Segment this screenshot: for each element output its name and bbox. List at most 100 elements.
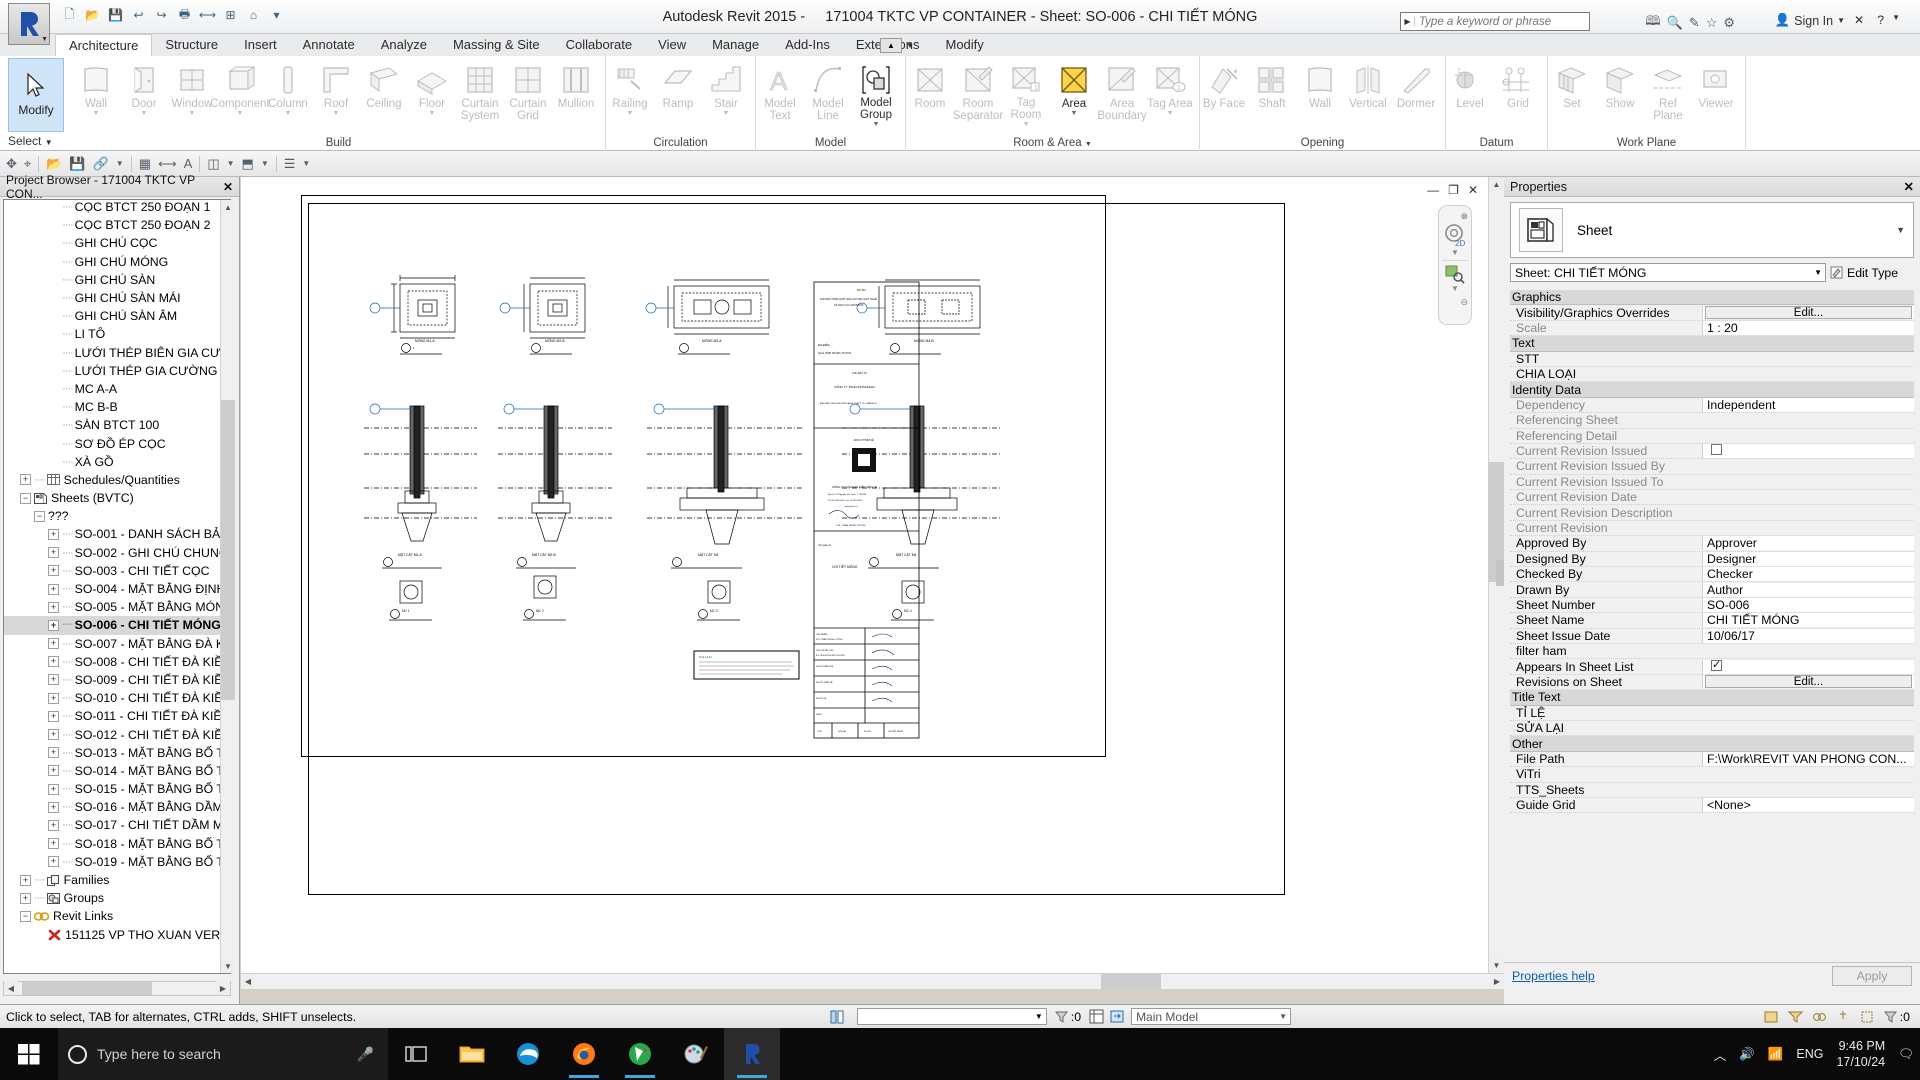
browser-tree-item[interactable]: − Revit Links bbox=[4, 907, 230, 925]
ribbon-button-railing[interactable]: Railing ▼ bbox=[606, 60, 654, 128]
canvas-hscroll-thumb[interactable] bbox=[1101, 974, 1161, 989]
browser-tree-item[interactable]: ····LƯỚI THÉP BIÊN GIA CƯỜNG bbox=[4, 344, 230, 362]
tab-view[interactable]: View bbox=[645, 34, 699, 56]
view-close-icon[interactable]: ✕ bbox=[1468, 183, 1478, 197]
expand-icon[interactable]: + bbox=[48, 801, 59, 813]
browser-tree-item[interactable]: + ···· SO-011 - CHI TIẾT ĐÀ KIỀNG bbox=[4, 707, 230, 725]
browser-tree-item[interactable]: + ···· SO-013 - MẶT BẰNG BỐ TRÍ bbox=[4, 744, 230, 762]
instance-combo[interactable]: Sheet: CHI TIẾT MÓNG ▼ bbox=[1510, 263, 1826, 282]
dropdown-caret-icon[interactable]: ▼ bbox=[141, 110, 148, 117]
paint-icon[interactable] bbox=[668, 1028, 724, 1080]
panel-splitter[interactable] bbox=[1496, 560, 1504, 586]
expand-icon[interactable]: + bbox=[48, 819, 59, 831]
ribbon-minimize-icon[interactable]: ▲ bbox=[880, 38, 902, 53]
instance-caret-icon[interactable]: ▼ bbox=[1814, 268, 1822, 277]
tab-modify[interactable]: Modify bbox=[932, 34, 996, 56]
view-restore-icon[interactable]: ❐ bbox=[1448, 183, 1459, 197]
dropdown-caret-icon[interactable]: ▼ bbox=[1071, 110, 1078, 117]
browser-tree-item[interactable]: −??? bbox=[4, 507, 230, 525]
browser-tree-item[interactable]: ···· GHI CHÚ CỌC bbox=[4, 234, 230, 252]
status-schedule-icon[interactable] bbox=[1089, 1009, 1104, 1024]
status-worksets-icon[interactable] bbox=[1110, 1009, 1125, 1024]
ribbon-button-stair[interactable]: Stair ▼ bbox=[702, 60, 750, 128]
expand-icon[interactable]: + bbox=[48, 601, 59, 613]
network-icon[interactable]: 📶 bbox=[1768, 1047, 1784, 1062]
navbar-caret1-icon[interactable]: ▼ bbox=[1451, 248, 1459, 257]
tab-manage[interactable]: Manage bbox=[699, 34, 772, 56]
opt-region-icon[interactable]: ◫ bbox=[207, 156, 219, 172]
apply-button[interactable]: Apply bbox=[1832, 965, 1912, 986]
browser-scroll-up-icon[interactable]: ▲ bbox=[221, 200, 235, 214]
properties-table[interactable]: Graphics Visibility/Graphics Overrides Edi… bbox=[1510, 290, 1914, 814]
project-browser-tree[interactable]: ···· CỌC BTCT 250 ĐOẠN 1 ···· CỌC BTCT 250 … bbox=[3, 199, 231, 974]
filter-selection-icon[interactable] bbox=[1787, 1010, 1803, 1024]
opt-grid-icon[interactable]: ▦ bbox=[139, 156, 151, 172]
opt-open-icon[interactable]: 📂 bbox=[46, 156, 62, 172]
ribbon-button-roof[interactable]: Roof ▼ bbox=[312, 60, 360, 128]
ribbon-button-curtain-system[interactable]: Curtain System bbox=[456, 60, 504, 128]
expand-icon[interactable]: + bbox=[48, 747, 59, 759]
dropdown-caret-icon[interactable]: ▼ bbox=[189, 110, 196, 117]
opt-measure-icon[interactable]: ⟷ bbox=[158, 156, 177, 172]
browser-tree-item[interactable]: 151125 VP THO XUAN VER 1 bbox=[4, 926, 230, 944]
browser-tree-item[interactable]: + ···· Schedules/Quantities bbox=[4, 471, 230, 489]
browser-tree-item[interactable]: + ···· SO-002 - GHI CHÚ CHUNG bbox=[4, 544, 230, 562]
collapse-icon[interactable]: − bbox=[20, 910, 31, 922]
ribbon-button-ref-plane[interactable]: Ref Plane bbox=[1644, 60, 1692, 128]
property-checkbox[interactable] bbox=[1711, 659, 1722, 671]
browser-tree-item[interactable]: +····SO-001 - DANH SÁCH BẢN VẼ bbox=[4, 525, 230, 543]
properties-row[interactable]: Current Revision Date bbox=[1510, 490, 1914, 506]
browser-tree-item[interactable]: + ···· SO-016 - MẶT BẰNG DẦM bbox=[4, 798, 230, 816]
exchange-icon[interactable]: ⚙ bbox=[1723, 15, 1735, 31]
browser-tree-item[interactable]: + ···· Groups bbox=[4, 889, 230, 907]
start-button[interactable] bbox=[0, 1028, 58, 1080]
browser-tree-item[interactable]: ···· SƠ ĐỒ ÉP CỌC bbox=[4, 434, 230, 452]
qat-align-icon[interactable]: ⊞ bbox=[221, 6, 240, 25]
expand-icon[interactable]: + bbox=[20, 874, 31, 886]
dropdown-caret-icon[interactable]: ▼ bbox=[237, 110, 244, 117]
ribbon-button-room[interactable]: Room bbox=[906, 60, 954, 128]
ribbon-button-window[interactable]: Window ▼ bbox=[168, 60, 216, 128]
ribbon-button-area-boundary[interactable]: Area Boundary bbox=[1097, 60, 1147, 128]
browser-tree-item[interactable]: + ···· SO-010 - CHI TIẾT ĐÀ KIỀNG bbox=[4, 689, 230, 707]
browser-scroll-left-icon[interactable]: ◀ bbox=[4, 981, 18, 995]
canvas-scroll-left-icon[interactable]: ◀ bbox=[241, 974, 255, 989]
browser-scroll-down-icon[interactable]: ▼ bbox=[221, 959, 235, 973]
property-value-cell[interactable] bbox=[1702, 659, 1914, 674]
qat-redo-icon[interactable]: ↪ bbox=[152, 6, 171, 25]
opt-save-icon[interactable]: 💾 bbox=[69, 156, 85, 172]
type-selector[interactable]: Sheet ▼ bbox=[1510, 202, 1914, 258]
tab-annotate[interactable]: Annotate bbox=[290, 34, 368, 56]
ribbon-button-show[interactable]: Show bbox=[1596, 60, 1644, 128]
browser-tree-item[interactable]: + ···· SO-004 - MẶT BẰNG ĐỊNH VỊ bbox=[4, 580, 230, 598]
navbar-close-icon[interactable]: ⊗ bbox=[1460, 211, 1468, 222]
property-value[interactable]: SO-006 bbox=[1702, 598, 1914, 612]
modify-button[interactable]: Modify bbox=[8, 58, 64, 132]
browser-tree-item[interactable]: + ···· SO-008 - CHI TIẾT ĐÀ KIỀNG bbox=[4, 653, 230, 671]
close-doc-icon[interactable]: ✕ bbox=[1854, 13, 1864, 27]
firefox-icon[interactable] bbox=[556, 1028, 612, 1080]
browser-tree-item[interactable]: ···· GHI CHÚ SÀN ÂM bbox=[4, 307, 230, 325]
browser-hscroll-thumb[interactable] bbox=[22, 982, 152, 995]
qat-customize-icon[interactable]: ▾ bbox=[267, 6, 286, 25]
browser-tree-item[interactable]: ···· CỌC BTCT 250 ĐOẠN 2 bbox=[4, 216, 230, 234]
opt-modify-icon[interactable]: ✥ bbox=[6, 156, 17, 172]
help-glyph-icon[interactable]: ✎ bbox=[1689, 15, 1700, 31]
browser-tree-item[interactable]: +····SO-007 - MẶT BẰNG ĐÀ KIỀNG bbox=[4, 635, 230, 653]
browser-vertical-scrollbar[interactable]: ▲ ▼ bbox=[220, 200, 235, 973]
properties-row[interactable]: Sheet Number SO-006 bbox=[1510, 598, 1914, 614]
collapse-icon[interactable]: − bbox=[20, 492, 31, 504]
properties-row[interactable]: ViTri bbox=[1510, 767, 1914, 783]
taskbar-search[interactable]: Type here to search 🎤 bbox=[58, 1028, 388, 1080]
tab-insert[interactable]: Insert bbox=[231, 34, 290, 56]
property-edit-button[interactable]: Edit... bbox=[1705, 675, 1912, 689]
application-menu-button[interactable]: ▼ bbox=[8, 3, 50, 45]
properties-row[interactable]: Current Revision Issued bbox=[1510, 444, 1914, 460]
properties-row[interactable]: SỬA LẠI bbox=[1510, 721, 1914, 737]
browser-tree-item[interactable]: ···· GHI CHÚ SÀN bbox=[4, 271, 230, 289]
help-caret-icon[interactable]: ▼ bbox=[1892, 13, 1900, 22]
browser-tree-item[interactable]: + ···· SO-005 - MẶT BẰNG MÓNG bbox=[4, 598, 230, 616]
property-value[interactable]: 10/06/17 bbox=[1702, 628, 1914, 643]
dropdown-caret-icon[interactable]: ▼ bbox=[1167, 110, 1174, 117]
dropdown-caret-icon[interactable]: ▼ bbox=[1023, 121, 1030, 128]
